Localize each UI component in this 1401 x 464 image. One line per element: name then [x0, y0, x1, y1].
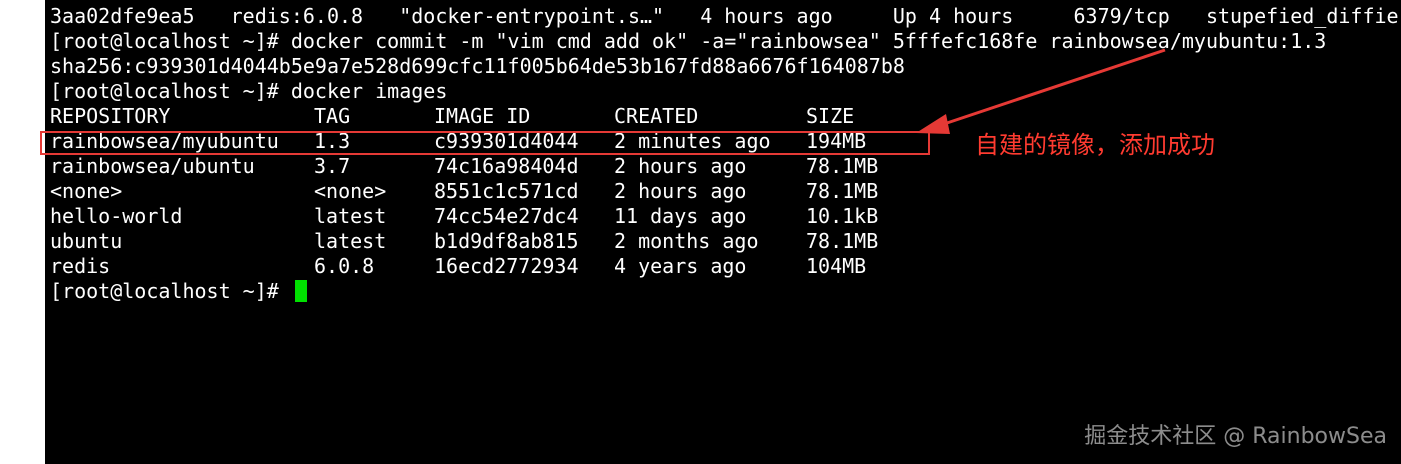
header-created: CREATED: [614, 104, 699, 128]
cell-repository: ubuntu: [50, 229, 123, 253]
header-size: SIZE: [806, 104, 855, 128]
annotation-label: 自建的镜像，添加成功: [975, 131, 1215, 159]
terminal-prompt-line[interactable]: [root@localhost ~]#: [50, 279, 1399, 304]
cell-size: 78.1MB: [806, 179, 879, 203]
terminal-line-commit-command: [root@localhost ~]# docker commit -m "vi…: [50, 29, 1327, 53]
cell-created: 2 hours ago: [614, 154, 747, 178]
cell-tag: 3.7: [314, 154, 351, 178]
cell-tag: latest: [314, 229, 387, 253]
cell-tag: <none>: [314, 179, 387, 203]
cell-created: 2 hours ago: [614, 179, 747, 203]
cell-repository: redis: [50, 254, 111, 278]
header-repository: REPOSITORY: [50, 104, 171, 128]
table-row: ubuntu latest b1d9df8ab815 2 months ago …: [50, 229, 1399, 254]
table-row: <none> <none> 8551c1c571cd 2 hours ago 7…: [50, 179, 1399, 204]
cell-image-id: b1d9df8ab815: [434, 229, 579, 253]
terminal-line-images-command: [root@localhost ~]# docker images: [50, 79, 448, 103]
cell-tag: 6.0.8: [314, 254, 375, 278]
terminal-window[interactable]: 3aa02dfe9ea5 redis:6.0.8 "docker-entrypo…: [45, 0, 1401, 464]
cell-image-id: 74cc54e27dc4: [434, 204, 579, 228]
terminal-cursor: [294, 280, 307, 302]
cell-created: 2 months ago: [614, 229, 759, 253]
cell-size: 78.1MB: [806, 154, 879, 178]
cell-size: 10.1kB: [806, 204, 879, 228]
screenshot: 3aa02dfe9ea5 redis:6.0.8 "docker-entrypo…: [0, 0, 1401, 464]
highlight-box: [40, 131, 930, 155]
cell-repository: hello-world: [50, 204, 183, 228]
cell-image-id: 16ecd2772934: [434, 254, 579, 278]
table-row: hello-world latest 74cc54e27dc4 11 days …: [50, 204, 1399, 229]
header-tag: TAG: [314, 104, 351, 128]
cell-image-id: 74c16a98404d: [434, 154, 579, 178]
header-image-id: IMAGE ID: [434, 104, 531, 128]
cell-size: 104MB: [806, 254, 867, 278]
cell-tag: latest: [314, 204, 387, 228]
cell-created: 4 years ago: [614, 254, 747, 278]
cell-created: 11 days ago: [614, 204, 747, 228]
images-table-header: REPOSITORY TAG IMAGE ID CREATED SIZE: [50, 104, 1399, 129]
cell-image-id: 8551c1c571cd: [434, 179, 579, 203]
cell-size: 78.1MB: [806, 229, 879, 253]
terminal-line-container-status: 3aa02dfe9ea5 redis:6.0.8 "docker-entrypo…: [50, 4, 1399, 28]
cell-repository: <none>: [50, 179, 123, 203]
table-row: redis 6.0.8 16ecd2772934 4 years ago 104…: [50, 254, 1399, 279]
cell-repository: rainbowsea/ubuntu: [50, 154, 255, 178]
watermark: 掘金技术社区 @ RainbowSea: [1084, 424, 1387, 449]
terminal-line-sha256: sha256:c939301d4044b5e9a7e528d699cfc11f0…: [50, 54, 905, 78]
